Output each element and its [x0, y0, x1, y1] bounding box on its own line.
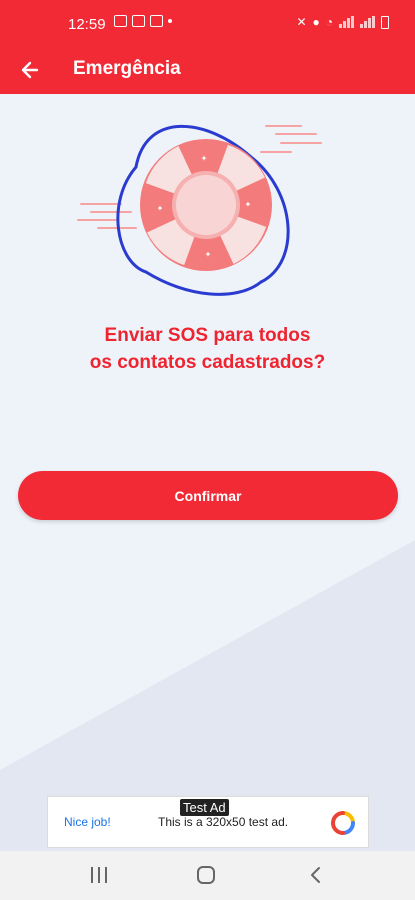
location-icon: ●: [312, 15, 320, 29]
ad-logo-icon: [330, 811, 355, 835]
signal-icon: [339, 16, 354, 28]
battery-icon: [381, 15, 389, 29]
sos-question: Enviar SOS para todos os contatos cadast…: [0, 322, 415, 376]
question-line-2: os contatos cadastrados?: [89, 352, 326, 373]
more-notifications-icon: [168, 19, 172, 23]
ad-nice-job: Nice job!: [64, 815, 111, 829]
system-nav-bar: [0, 851, 415, 900]
confirm-button[interactable]: Confirmar: [18, 471, 398, 520]
signal-2-icon: [360, 16, 375, 28]
recent-apps-button[interactable]: [87, 865, 111, 885]
svg-text:✦: ✦: [205, 250, 212, 259]
test-ad-badge: Test Ad: [180, 799, 229, 816]
app-bar: Emergência: [0, 48, 415, 94]
question-line-1: Enviar SOS para todos: [104, 325, 311, 346]
notification-icons: [114, 15, 172, 27]
status-bar: 12:59 ✕ ● ◔: [0, 0, 415, 48]
news-icon: [132, 15, 145, 27]
system-icons: ✕ ● ◔: [296, 15, 389, 29]
message-icon: [150, 15, 163, 27]
svg-text:✦: ✦: [201, 154, 208, 163]
back-button[interactable]: [14, 54, 46, 86]
mute-icon: ✕: [296, 15, 307, 29]
page-title: Emergência: [73, 58, 181, 79]
back-nav-button[interactable]: [306, 863, 326, 887]
confirm-label: Confirmar: [174, 487, 242, 504]
status-time: 12:59: [68, 16, 106, 33]
wifi-icon: ◔: [325, 15, 333, 29]
ad-body-text: This is a 320x50 test ad.: [158, 815, 289, 829]
gallery-icon: [114, 15, 127, 27]
lifebuoy-illustration: ✦ ✦ ✦ ✦: [77, 124, 322, 296]
arrow-left-icon: [21, 61, 39, 79]
home-button[interactable]: [197, 866, 215, 884]
svg-text:✦: ✦: [157, 204, 164, 213]
svg-text:✦: ✦: [245, 200, 252, 209]
lifebuoy-icon: ✦ ✦ ✦ ✦: [140, 139, 272, 271]
